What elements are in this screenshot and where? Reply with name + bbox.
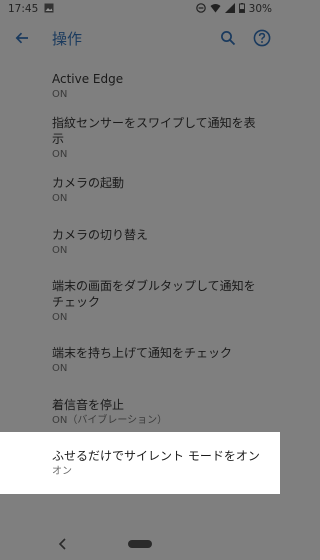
- home-pill-button[interactable]: [128, 540, 152, 548]
- dnd-icon: [195, 2, 206, 16]
- setting-title: ふせるだけでサイレント モードをオン: [52, 449, 260, 463]
- battery-icon: [238, 2, 245, 16]
- setting-lift-to-check[interactable]: 端末を持ち上げて通知をチェック ON: [0, 334, 280, 386]
- setting-title: カメラの起動: [52, 176, 125, 190]
- settings-list: Active Edge ON 指紋センサーをスワイプして通知を表示 ON カメラ…: [0, 60, 280, 438]
- signal-icon: [224, 2, 235, 16]
- wifi-icon: [210, 3, 221, 16]
- app-bar: 操作: [0, 18, 280, 58]
- setting-title: Active Edge: [52, 72, 124, 86]
- back-arrow-icon[interactable]: [10, 26, 34, 50]
- setting-title: 端末の画面をダブルタップして通知をチェック: [52, 279, 256, 309]
- setting-camera-launch[interactable]: カメラの起動 ON: [0, 164, 280, 216]
- setting-fingerprint-swipe[interactable]: 指紋センサーをスワイプして通知を表示 ON: [0, 112, 280, 164]
- setting-summary: ON: [52, 245, 68, 256]
- page-title: 操作: [52, 29, 83, 48]
- setting-title: 指紋センサーをスワイプして通知を表示: [52, 116, 256, 146]
- setting-flip-to-shhh[interactable]: ふせるだけでサイレント モードをオン オン: [0, 432, 280, 494]
- status-bar: 17:45 30%: [0, 0, 280, 18]
- setting-title: 端末を持ち上げて通知をチェック: [52, 346, 233, 360]
- setting-camera-switch[interactable]: カメラの切り替え ON: [0, 216, 280, 268]
- setting-summary: オン: [52, 466, 72, 477]
- status-time: 17:45: [8, 3, 39, 15]
- setting-summary: ON: [52, 363, 68, 374]
- image-icon: [44, 3, 54, 16]
- setting-double-tap[interactable]: 端末の画面をダブルタップして通知をチェック ON: [0, 268, 280, 334]
- setting-summary: ON: [52, 149, 68, 160]
- nav-back-icon[interactable]: [56, 536, 70, 552]
- screen: 17:45 30% 操作 Active Edge ON 指紋センサーをスワイプし…: [0, 0, 280, 560]
- setting-summary: ON: [52, 312, 68, 323]
- search-icon[interactable]: [216, 26, 240, 50]
- help-icon[interactable]: [250, 26, 274, 50]
- battery-percent: 30%: [248, 3, 272, 15]
- setting-title: カメラの切り替え: [52, 228, 149, 242]
- setting-summary: ON（バイブレーション）: [52, 415, 168, 426]
- setting-title: 着信音を停止: [52, 398, 125, 412]
- setting-active-edge[interactable]: Active Edge ON: [0, 60, 280, 112]
- navigation-bar: [0, 528, 280, 560]
- setting-summary: ON: [52, 89, 68, 100]
- setting-summary: ON: [52, 193, 68, 204]
- setting-prevent-ringing[interactable]: 着信音を停止 ON（バイブレーション）: [0, 386, 280, 438]
